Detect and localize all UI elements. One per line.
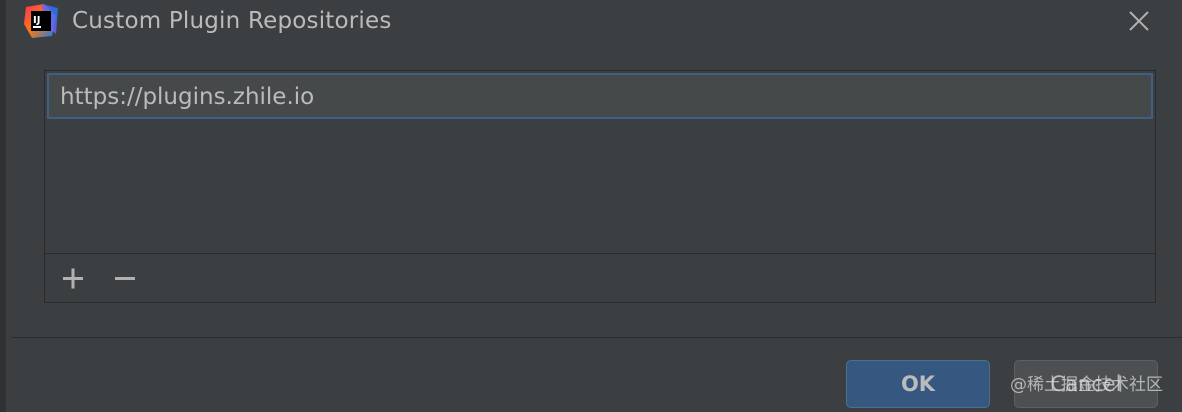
- footer-divider: [12, 337, 1182, 338]
- custom-plugin-repositories-dialog: IJ Custom Plugin Repositories https://pl…: [0, 0, 1182, 412]
- minus-icon[interactable]: [110, 264, 140, 294]
- close-icon[interactable]: [1122, 4, 1156, 38]
- dialog-title: Custom Plugin Repositories: [72, 8, 392, 34]
- title-bar: IJ Custom Plugin Repositories: [6, 0, 1182, 44]
- ok-button[interactable]: OK: [846, 360, 990, 408]
- repository-list-item[interactable]: https://plugins.zhile.io: [47, 73, 1153, 119]
- svg-text:IJ: IJ: [33, 15, 40, 26]
- plus-icon[interactable]: [58, 264, 88, 294]
- repository-list: https://plugins.zhile.io: [44, 70, 1156, 303]
- repository-url: https://plugins.zhile.io: [60, 84, 315, 110]
- list-toolbar: [45, 253, 1155, 303]
- watermark-text: @稀土掘金技术社区: [1010, 375, 1163, 395]
- intellij-idea-icon: IJ: [24, 4, 58, 38]
